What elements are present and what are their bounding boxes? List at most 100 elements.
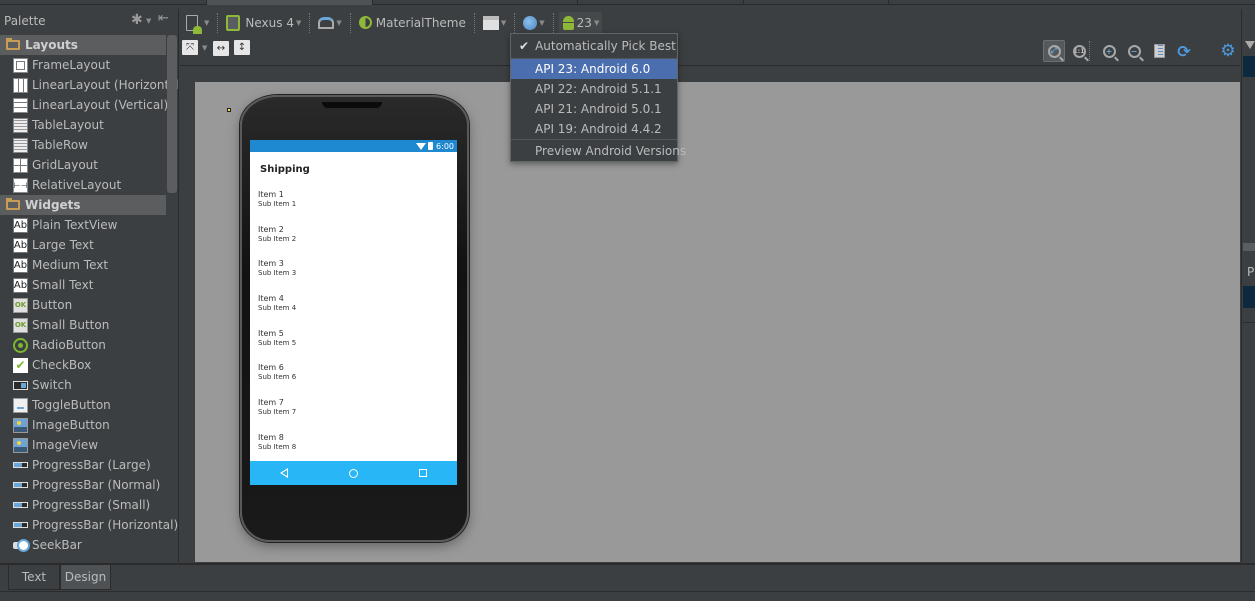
editor-tab[interactable]: [373, 0, 578, 5]
fill-height-button[interactable]: ↕: [234, 40, 250, 55]
palette-item[interactable]: SeekBar: [0, 535, 166, 555]
splitter-handle[interactable]: [1243, 243, 1255, 251]
palette-item-label: ProgressBar (Horizontal): [32, 518, 179, 532]
palette-item[interactable]: ProgressBar (Horizontal): [0, 515, 178, 535]
list-item[interactable]: Item 1 Sub Item 1: [250, 190, 457, 225]
refresh-button[interactable]: ⟳: [1173, 40, 1195, 62]
list-item-title: Item 5: [258, 328, 284, 338]
palette-group-widgets[interactable]: Widgets: [0, 195, 166, 215]
activity-icon: [482, 15, 499, 30]
palette-item[interactable]: Ab Medium Text: [0, 255, 166, 275]
palette-item[interactable]: ToggleButton: [0, 395, 166, 415]
toolbar-separator: [217, 12, 219, 33]
chevron-down-icon[interactable]: ▼: [202, 44, 207, 52]
editor-tab[interactable]: [744, 0, 889, 5]
app-title[interactable]: Shipping: [250, 152, 457, 190]
zoom-out-button[interactable]: −: [1123, 40, 1145, 62]
palette-item[interactable]: FrameLayout: [0, 55, 166, 75]
palette-item[interactable]: Ab Large Text: [0, 235, 166, 255]
chevron-down-icon: ▼: [336, 18, 342, 27]
palette-item[interactable]: ProgressBar (Normal): [0, 475, 166, 495]
list-item[interactable]: Item 4 Sub Item 4: [250, 294, 457, 329]
jump-to-source-button[interactable]: [1148, 40, 1170, 62]
menu-item-label: Automatically Pick Best: [535, 39, 676, 53]
palette-item[interactable]: Switch: [0, 375, 166, 395]
palette-item-label: LinearLayout (Horizontal): [32, 78, 179, 92]
tab-text[interactable]: Text: [8, 565, 60, 590]
palette-item[interactable]: TableLayout: [0, 115, 166, 135]
component-tree-selection[interactable]: [1243, 56, 1255, 77]
menu-item-auto-pick[interactable]: ✔ Automatically Pick Best: [511, 34, 677, 59]
palette-item[interactable]: RadioButton: [0, 335, 166, 355]
palette-item[interactable]: LinearLayout (Horizontal): [0, 75, 178, 95]
canvas-area[interactable]: 6:00 Shipping Item 1 Sub Item 1 Item 2 Sub …: [195, 82, 1240, 562]
palette-item-label: GridLayout: [32, 158, 98, 172]
right-panel-strip: P: [1241, 9, 1255, 562]
list-item-title: Item 3: [258, 259, 284, 269]
menu-item-label: API 19: Android 4.4.2: [535, 122, 662, 136]
menu-item-api-option[interactable]: API 19: Android 4.4.2: [511, 119, 677, 139]
palette-list: Layouts FrameLayout LinearLayout (Horizont…: [0, 35, 178, 555]
chevron-down-icon[interactable]: ▼: [146, 17, 151, 25]
list-item[interactable]: Item 6 Sub Item 6: [250, 363, 457, 398]
list-item-subtitle: Sub Item 5: [258, 338, 297, 347]
palette-item-label: LinearLayout (Vertical): [32, 98, 169, 112]
editor-tab-active[interactable]: [207, 0, 373, 5]
device-selector[interactable]: Nexus 4 ▼: [223, 12, 304, 34]
actual-size-button[interactable]: 1:1: [1068, 40, 1090, 62]
image-view-icon: [13, 437, 28, 453]
theme-selector[interactable]: MaterialTheme: [356, 12, 469, 34]
api-level-selector[interactable]: 23 ▼: [558, 11, 603, 34]
orientation-button[interactable]: ▼: [315, 12, 344, 34]
options-button[interactable]: ⚙: [1217, 40, 1239, 62]
editor-tab[interactable]: [0, 0, 207, 5]
zoom-in-button[interactable]: +: [1098, 40, 1120, 62]
palette-item-label: TableLayout: [32, 118, 104, 132]
palette-item[interactable]: OK Button: [0, 295, 166, 315]
switch-icon: [13, 380, 28, 390]
palette-item[interactable]: TableRow: [0, 135, 166, 155]
collapse-arrow-icon[interactable]: [1245, 41, 1255, 49]
tab-label: Text: [21, 570, 47, 584]
palette-item[interactable]: ✔ CheckBox: [0, 355, 166, 375]
properties-label: P: [1247, 265, 1255, 279]
selection-anchor[interactable]: [227, 108, 231, 112]
palette-item[interactable]: OK Small Button: [0, 315, 166, 335]
menu-item-api-option[interactable]: API 21: Android 5.0.1: [511, 99, 677, 119]
properties-selection[interactable]: [1243, 286, 1255, 308]
palette-item[interactable]: ImageView: [0, 435, 166, 455]
gear-icon[interactable]: ✱: [131, 12, 143, 28]
palette-item[interactable]: GridLayout: [0, 155, 166, 175]
palette-group-layouts[interactable]: Layouts: [0, 35, 166, 55]
fit-screen-button[interactable]: ⤧: [182, 40, 198, 55]
palette-item[interactable]: ImageButton: [0, 415, 166, 435]
tab-design[interactable]: Design: [60, 565, 111, 590]
activity-selector[interactable]: ▼: [480, 12, 509, 34]
image-button-icon: [13, 417, 28, 433]
device-screen[interactable]: 6:00 Shipping Item 1 Sub Item 1 Item 2 Sub …: [250, 140, 457, 485]
design-surface-button[interactable]: ▼: [183, 12, 212, 34]
locale-selector[interactable]: ▼: [520, 12, 547, 34]
fill-width-button[interactable]: ↔: [213, 41, 229, 56]
list-item[interactable]: Item 5 Sub Item 5: [250, 329, 457, 364]
palette-item-label: Switch: [32, 378, 72, 392]
palette-item[interactable]: Ab Plain TextView: [0, 215, 166, 235]
palette-item[interactable]: ProgressBar (Large): [0, 455, 166, 475]
list-item-subtitle: Sub Item 2: [258, 234, 297, 243]
menu-item-preview-versions[interactable]: Preview Android Versions: [511, 139, 686, 162]
menu-item-api-option[interactable]: API 22: Android 5.1.1: [511, 79, 677, 99]
palette-item[interactable]: ProgressBar (Small): [0, 495, 166, 515]
list-item[interactable]: Item 3 Sub Item 3: [250, 259, 457, 294]
palette-item[interactable]: ⊢⊣ RelativeLayout: [0, 175, 166, 195]
menu-item-api-option[interactable]: API 23: Android 6.0: [511, 59, 677, 79]
editor-tab[interactable]: [578, 0, 744, 5]
menu-item-label: Preview Android Versions: [535, 144, 687, 158]
palette-group-label: Widgets: [25, 198, 81, 212]
zoom-to-fit-button[interactable]: ⤢: [1043, 40, 1065, 62]
palette-item[interactable]: Ab Small Text: [0, 275, 166, 295]
palette-item[interactable]: LinearLayout (Vertical): [0, 95, 169, 115]
hide-panel-icon[interactable]: ⇤: [158, 11, 169, 26]
list-item[interactable]: Item 7 Sub Item 7: [250, 398, 457, 433]
list-item[interactable]: Item 2 Sub Item 2: [250, 225, 457, 260]
palette-scrollbar[interactable]: [167, 35, 177, 193]
